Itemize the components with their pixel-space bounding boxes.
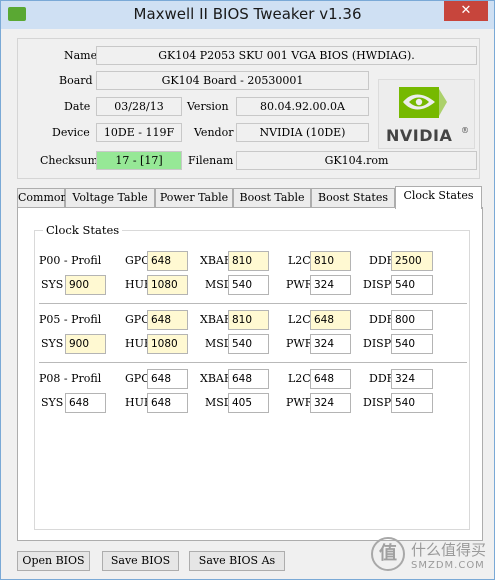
tab-boost-states[interactable]: Boost States [311, 188, 395, 208]
app-window: Maxwell II BIOS Tweaker v1.36 ✕ Name GK1… [0, 0, 495, 580]
nvidia-wordmark: NVIDIA [386, 126, 453, 145]
xbar-input[interactable]: 810 [228, 251, 269, 271]
l2c-label: L2C [288, 313, 311, 326]
l2c-input[interactable]: 648 [310, 369, 351, 389]
save-bios-as-button[interactable]: Save BIOS As [189, 551, 285, 571]
state-name: P05 - Profil [39, 313, 102, 326]
clock-states-page: Clock States P00 - Profil GPC 648 XBAR 8… [17, 207, 483, 541]
disp-input[interactable]: 540 [391, 393, 433, 413]
pwr-input[interactable]: 324 [310, 334, 351, 354]
registered-mark: ® [461, 126, 469, 135]
state-name: P00 - Profil [39, 254, 102, 267]
name-label: Name [64, 49, 98, 62]
title-bar[interactable]: Maxwell II BIOS Tweaker v1.36 ✕ [1, 1, 494, 29]
ddr-input[interactable]: 800 [391, 310, 433, 330]
pwr-label: PWR [286, 396, 313, 409]
sys-label: SYS [41, 396, 64, 409]
tab-voltage-table[interactable]: Voltage Table [65, 188, 155, 208]
open-bios-button[interactable]: Open BIOS [17, 551, 90, 571]
vendor-field: NVIDIA (10DE) [236, 123, 369, 142]
nvidia-logo: NVIDIA ® [378, 79, 475, 149]
ddr-input[interactable]: 324 [391, 369, 433, 389]
sys-input[interactable]: 900 [65, 334, 106, 354]
disp-label: DISP [363, 337, 392, 350]
checksum-label: Checksum [40, 154, 98, 167]
window-title: Maxwell II BIOS Tweaker v1.36 [133, 5, 362, 23]
disp-label: DISP [363, 278, 392, 291]
ddr-input[interactable]: 2500 [391, 251, 433, 271]
pwr-label: PWR [286, 337, 313, 350]
sys-label: SYS [41, 278, 64, 291]
device-label: Device [52, 126, 90, 139]
clock-states-group: Clock States P00 - Profil GPC 648 XBAR 8… [34, 223, 470, 530]
msd-input[interactable]: 540 [228, 275, 269, 295]
pwr-input[interactable]: 324 [310, 275, 351, 295]
hub-input[interactable]: 648 [147, 393, 188, 413]
msd-input[interactable]: 405 [228, 393, 269, 413]
tab-boost-table[interactable]: Boost Table [233, 188, 311, 208]
gpc-input[interactable]: 648 [147, 310, 188, 330]
board-label: Board [59, 74, 93, 87]
close-button[interactable]: ✕ [444, 1, 488, 21]
hub-input[interactable]: 1080 [147, 334, 188, 354]
sys-input[interactable]: 900 [65, 275, 106, 295]
l2c-input[interactable]: 810 [310, 251, 351, 271]
watermark-logo-icon: 值 [371, 537, 405, 571]
l2c-label: L2C [288, 372, 311, 385]
gpc-input[interactable]: 648 [147, 251, 188, 271]
disp-input[interactable]: 540 [391, 275, 433, 295]
name-field: GK104 P2053 SKU 001 VGA BIOS (HWDIAG). [96, 46, 477, 65]
l2c-input[interactable]: 648 [310, 310, 351, 330]
sys-input[interactable]: 648 [65, 393, 106, 413]
group-title: Clock States [43, 223, 123, 237]
gpc-label: GPC [125, 254, 150, 267]
save-bios-button[interactable]: Save BIOS [102, 551, 179, 571]
tab-strip: Common Voltage Table Power Table Boost T… [17, 186, 483, 209]
state-name: P08 - Profil [39, 372, 102, 385]
disp-label: DISP [363, 396, 392, 409]
tab-clock-states[interactable]: Clock States [395, 186, 482, 209]
filename-label: Filenam [188, 154, 234, 167]
row-separator [39, 362, 467, 363]
bios-info-panel: Name GK104 P2053 SKU 001 VGA BIOS (HWDIA… [17, 38, 480, 179]
client-area: Name GK104 P2053 SKU 001 VGA BIOS (HWDIA… [9, 31, 486, 573]
smzdm-watermark: 值 什么值得买 SMZDM.COM [371, 533, 491, 577]
pwr-input[interactable]: 324 [310, 393, 351, 413]
checksum-field: 17 - [17] [96, 151, 182, 170]
row-separator [39, 303, 467, 304]
watermark-cn-text: 什么值得买 [411, 541, 487, 559]
sys-label: SYS [41, 337, 64, 350]
xbar-input[interactable]: 648 [228, 369, 269, 389]
tab-power-table[interactable]: Power Table [155, 188, 233, 208]
version-label: Version [187, 100, 229, 113]
gpc-input[interactable]: 648 [147, 369, 188, 389]
version-field: 80.04.92.00.0A [236, 97, 369, 116]
hub-input[interactable]: 1080 [147, 275, 188, 295]
filename-field: GK104.rom [236, 151, 477, 170]
gpc-label: GPC [125, 313, 150, 326]
vendor-label: Vendor [194, 126, 234, 139]
gpc-label: GPC [125, 372, 150, 385]
date-field: 03/28/13 [96, 97, 182, 116]
pwr-label: PWR [286, 278, 313, 291]
date-label: Date [64, 100, 91, 113]
tab-common[interactable]: Common [17, 188, 68, 208]
msd-input[interactable]: 540 [228, 334, 269, 354]
xbar-input[interactable]: 810 [228, 310, 269, 330]
watermark-en-text: SMZDM.COM [411, 560, 485, 571]
board-field: GK104 Board - 20530001 [96, 71, 369, 90]
l2c-label: L2C [288, 254, 311, 267]
device-field: 10DE - 119F [96, 123, 182, 142]
disp-input[interactable]: 540 [391, 334, 433, 354]
